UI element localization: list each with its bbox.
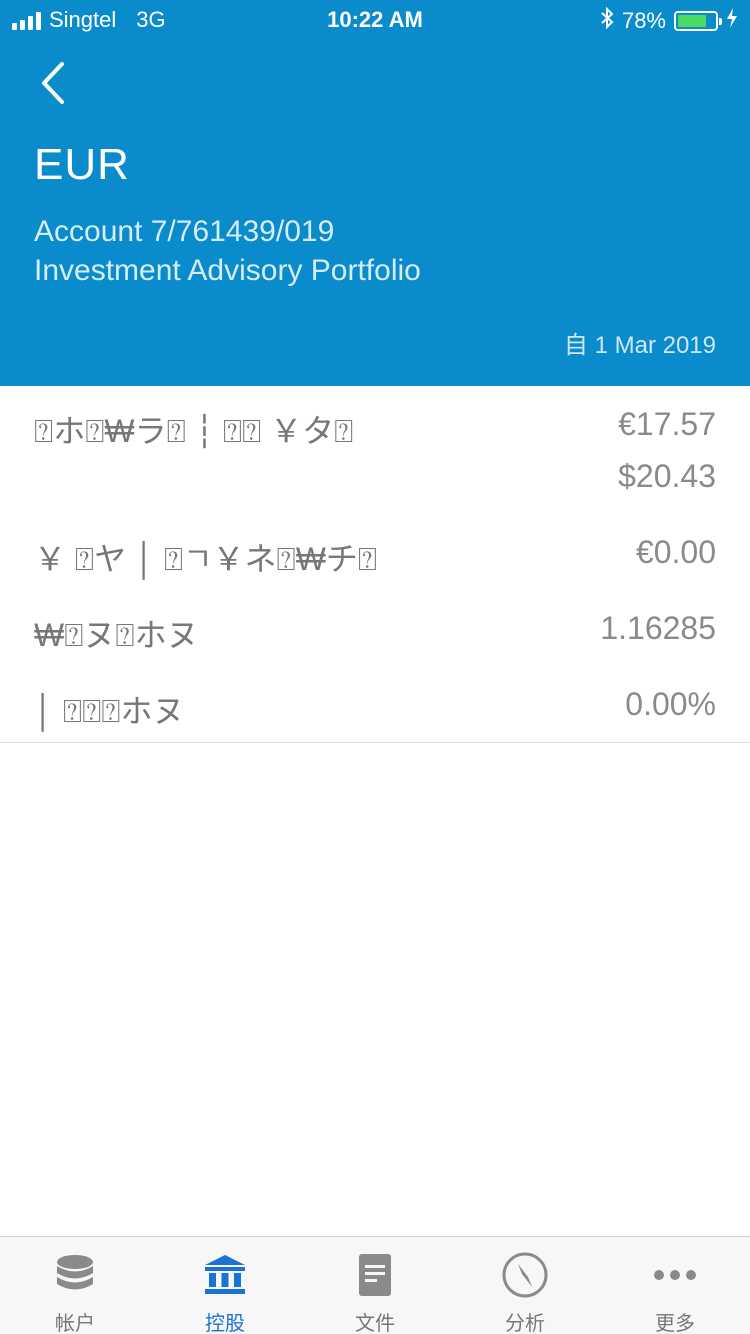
- row-label: ⍰ホ⍰₩ラ⍰ ┆ ⍰⍰ ￥タ⍰: [34, 413, 354, 449]
- tab-label: 文件: [355, 1313, 395, 1334]
- bluetooth-icon: [600, 6, 614, 35]
- tab-bar: 帐户 控股 文件 分析 更多: [0, 1236, 750, 1334]
- battery-icon: [674, 11, 722, 31]
- row-value: 0.00%: [625, 686, 716, 722]
- portfolio-name: Investment Advisory Portfolio: [34, 254, 421, 287]
- row-value: €17.57: [618, 406, 716, 442]
- status-bar: Singtel 3G 10:22 AM 78%: [0, 0, 750, 40]
- document-icon: [359, 1254, 391, 1296]
- row-label: ₩⍰ヌ⍰ホヌ: [34, 617, 199, 653]
- back-button[interactable]: [36, 60, 80, 108]
- holdings-list: ⍰ホ⍰₩ラ⍰ ┆ ⍰⍰ ￥タ⍰ €17.57 $20.43 ￥ ⍰ヤ │ ⍰ㄱ￥…: [0, 386, 750, 743]
- row-value-secondary: $20.43: [618, 458, 716, 494]
- tab-label: 分析: [505, 1313, 545, 1334]
- tab-accounts[interactable]: 帐户: [0, 1237, 150, 1334]
- currency-title: EUR: [34, 140, 130, 189]
- more-icon: [654, 1270, 696, 1280]
- header: Singtel 3G 10:22 AM 78% EUR Account 7/76…: [0, 0, 750, 386]
- row-value: €0.00: [635, 534, 716, 570]
- since-date: 自 1 Mar 2019: [563, 332, 716, 359]
- row-label: │ ⍰⍰⍰ホヌ: [34, 693, 185, 729]
- account-number: Account 7/761439/019: [34, 215, 335, 248]
- row-value: 1.16285: [600, 610, 716, 646]
- tab-holdings[interactable]: 控股: [150, 1237, 300, 1334]
- account-info: Account 7/761439/019 Investment Advisory…: [34, 212, 421, 290]
- tab-documents[interactable]: 文件: [300, 1237, 450, 1334]
- list-item: ⍰ホ⍰₩ラ⍰ ┆ ⍰⍰ ￥タ⍰ €17.57 $20.43: [34, 406, 716, 506]
- compass-icon: [502, 1252, 548, 1298]
- tab-label: 更多: [655, 1313, 695, 1334]
- tab-analysis[interactable]: 分析: [450, 1237, 600, 1334]
- tab-more[interactable]: 更多: [600, 1237, 750, 1334]
- database-icon: [57, 1255, 93, 1290]
- chevron-left-icon: [42, 62, 64, 104]
- charging-icon: [726, 8, 738, 34]
- row-label: ￥ ⍰ヤ │ ⍰ㄱ￥ネ⍰₩チ⍰: [34, 541, 378, 577]
- battery-percent: 78%: [621, 8, 666, 33]
- tab-label: 帐户: [55, 1313, 95, 1334]
- bank-icon: [205, 1255, 245, 1294]
- tab-label: 控股: [205, 1313, 245, 1334]
